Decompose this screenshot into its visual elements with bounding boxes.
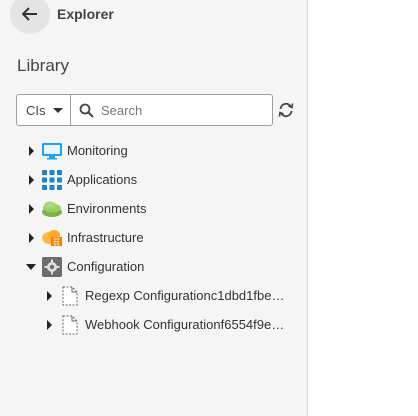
expand-caret-icon[interactable] [26,232,36,244]
explorer-header: Explorer [0,0,308,34]
tree-node-applications[interactable]: Applications [26,165,137,194]
file-icon [59,286,81,306]
ci-type-select[interactable]: CIs [16,94,71,126]
refresh-icon[interactable] [277,101,295,119]
chevron-down-icon [53,108,63,113]
expand-caret-icon[interactable] [44,290,54,302]
file-icon [59,315,81,335]
back-button[interactable] [10,0,50,34]
infrastructure-icon [41,228,63,248]
search-icon [79,103,94,118]
tree-node-label: Infrastructure [67,230,144,245]
tree-node-configuration[interactable]: Configuration [26,252,144,281]
explorer-panel: Explorer Library CIs Search Monitoring A… [0,0,308,416]
expand-caret-icon[interactable] [44,319,54,331]
expand-caret-icon[interactable] [26,203,36,215]
tree-node-label: Webhook Configurationf6554f9e7... [85,317,288,332]
library-title: Library [17,56,69,75]
arrow-left-icon [22,7,37,21]
ci-type-select-value: CIs [26,102,46,118]
tree-node-infrastructure[interactable]: Infrastructure [26,223,144,252]
tree-node-label: Environments [67,201,147,216]
tree-node-label: Regexp Configurationc1dbd1fbe2... [85,288,288,303]
tree-node-label: Monitoring [67,143,128,158]
applications-grid-icon [41,169,63,190]
monitor-icon [41,141,63,161]
header-title: Explorer [57,6,114,22]
tree-node-environments[interactable]: Environments [26,194,146,223]
environments-icon [41,199,63,219]
gear-icon [41,256,63,277]
tree-node-regexp-configuration[interactable]: Regexp Configurationc1dbd1fbe2... [44,281,292,310]
collapse-caret-icon[interactable] [26,261,36,273]
tree-node-label: Applications [67,172,138,187]
library-toolbar: CIs [16,94,298,126]
search-box [71,94,273,126]
expand-caret-icon[interactable] [26,174,36,186]
tree-node-label: Configuration [67,259,145,274]
search-input[interactable] [99,100,267,120]
tree-node-monitoring[interactable]: Monitoring [26,136,128,165]
expand-caret-icon[interactable] [26,145,36,157]
tree-node-webhook-configuration[interactable]: Webhook Configurationf6554f9e7... [44,310,292,339]
